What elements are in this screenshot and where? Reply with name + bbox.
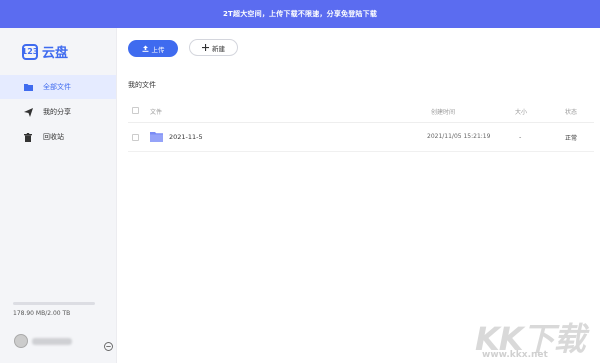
sidebar-item-label: 回收站 (43, 133, 64, 141)
column-header-status: 状态 (565, 109, 578, 116)
table-row[interactable]: 2021-11-5 2021/11/05 15:21:19 - 正常 (128, 123, 594, 152)
breadcrumb[interactable]: 我的文件 (128, 80, 156, 90)
logo-mark: 123 (22, 43, 38, 60)
sidebar-item-all-files[interactable]: 全部文件 (0, 75, 116, 99)
watermark-url: www.kkx.net (482, 350, 548, 360)
info-icon[interactable] (104, 336, 113, 355)
column-header-size[interactable]: 大小 (515, 107, 527, 116)
folder-icon (23, 82, 33, 92)
folder-icon (150, 131, 163, 144)
user-profile[interactable] (0, 324, 116, 363)
send-icon (23, 107, 33, 117)
promo-banner-text: 2T超大空间，上传下载不限速，分享免登陆下载 (222, 10, 378, 18)
file-created-time: 2021/11/05 15:21:19 (427, 133, 491, 140)
promo-banner[interactable]: 2T超大空间，上传下载不限速，分享免登陆下载 (0, 0, 600, 28)
upload-button[interactable]: 上传 (128, 40, 178, 57)
new-button[interactable]: 新建 (189, 39, 238, 56)
new-button-label: 新建 (212, 45, 225, 53)
sidebar-item-recycle-bin[interactable]: 回收站 (0, 125, 116, 149)
avatar[interactable] (14, 334, 28, 348)
storage-usage-text: 178.90 MB/2.00 TB (13, 310, 71, 317)
username-redacted (32, 338, 72, 345)
column-header-name[interactable]: 文件 (150, 107, 162, 116)
sidebar-nav: 全部文件 我的分享 回收站 (0, 75, 116, 150)
logo[interactable]: 123 云盘 (22, 42, 68, 61)
sidebar: 123 云盘 全部文件 我的分享 回收站 178.90 MB/2.00 TB (0, 28, 117, 363)
select-all-checkbox[interactable] (132, 107, 139, 114)
file-name[interactable]: 2021-11-5 (169, 133, 203, 141)
upload-button-label: 上传 (151, 46, 165, 54)
upload-icon (142, 45, 149, 52)
logo-text: 云盘 (42, 46, 69, 61)
storage-progress-bar (13, 302, 95, 305)
row-checkbox[interactable] (132, 134, 139, 141)
sidebar-item-label: 我的分享 (43, 108, 71, 116)
table-header: 文件 创建时间 大小 状态 (128, 100, 594, 123)
trash-icon (23, 132, 33, 142)
file-size: - (519, 133, 522, 141)
sidebar-item-my-shares[interactable]: 我的分享 (0, 100, 116, 124)
plus-icon (202, 44, 209, 51)
column-header-created[interactable]: 创建时间 (431, 107, 455, 116)
main-content: 上传 新建 我的文件 文件 创建时间 大小 状态 2021-11-5 2021/… (117, 28, 600, 363)
file-status: 正常 (565, 135, 578, 142)
sidebar-item-label: 全部文件 (43, 83, 71, 91)
